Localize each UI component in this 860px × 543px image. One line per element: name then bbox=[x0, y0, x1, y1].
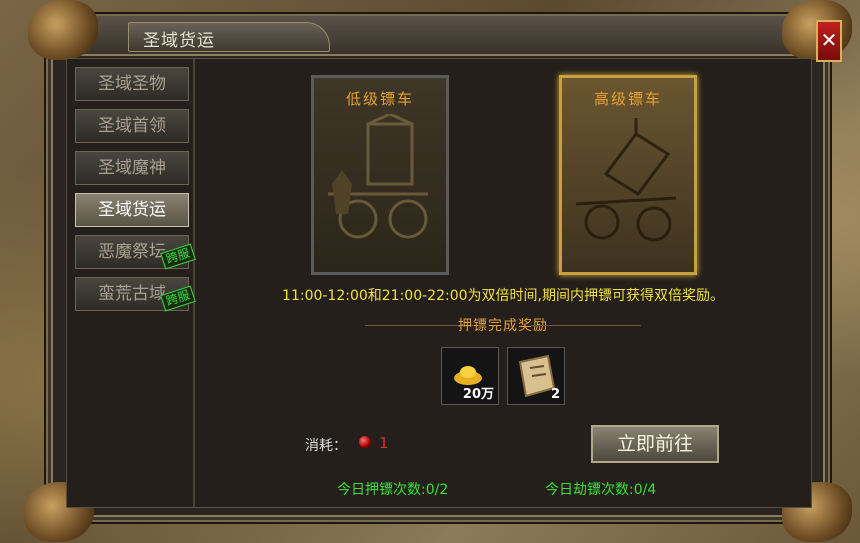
cost-label: 消耗： bbox=[305, 438, 347, 454]
cart-icon bbox=[576, 118, 677, 242]
tab-sacred-escort[interactable]: 圣域货运 bbox=[75, 193, 189, 227]
reward-slot-gold[interactable]: 20万 bbox=[441, 347, 499, 405]
tab-wild-ancient-land[interactable]: 蛮荒古域 跨服 bbox=[75, 277, 196, 312]
close-button[interactable]: ✕ bbox=[816, 20, 842, 62]
title-plate: 圣域货运 bbox=[128, 22, 330, 52]
escort-window: 圣域货运 ✕ 圣域圣物 圣域首领 圣域魔神 圣域货运 恶魔祭坛 跨服 蛮荒古域 … bbox=[24, 0, 852, 542]
reward-count: 20万 bbox=[462, 387, 494, 402]
cost-value: 1 bbox=[379, 434, 389, 452]
window-title: 圣域货运 bbox=[143, 31, 215, 51]
high-level-cart-card[interactable]: 高级镖车 bbox=[559, 75, 697, 275]
tab-label: 圣域圣物 bbox=[98, 74, 166, 94]
sidebar: 圣域圣物 圣域首领 圣域魔神 圣域货运 恶魔祭坛 跨服 蛮荒古域 跨服 bbox=[67, 59, 196, 507]
cart-icon bbox=[328, 114, 428, 239]
window-content: 圣域圣物 圣域首领 圣域魔神 圣域货运 恶魔祭坛 跨服 蛮荒古域 跨服 低级镖车 bbox=[66, 58, 812, 508]
tab-label: 圣域魔神 bbox=[98, 158, 166, 178]
low-level-cart-card[interactable]: 低级镖车 bbox=[311, 75, 449, 275]
tab-label: 圣域首领 bbox=[98, 116, 166, 136]
window-titlebar[interactable]: 圣域货运 bbox=[48, 16, 828, 56]
tab-sacred-demon-god[interactable]: 圣域魔神 bbox=[75, 151, 189, 185]
reward-slot-scroll[interactable]: 2 bbox=[507, 347, 565, 405]
divider bbox=[531, 325, 641, 326]
tab-label: 圣域货运 bbox=[98, 200, 166, 220]
red-orb-icon bbox=[359, 436, 371, 448]
go-now-button[interactable]: 立即前往 bbox=[591, 425, 719, 463]
escort-count: 今日押镖次数:0/2 bbox=[337, 482, 449, 498]
double-reward-notice: 11:00-12:00和21:00-22:00为双倍时间,期间内押镖可获得双倍奖… bbox=[282, 288, 724, 304]
reward-title: 押镖完成奖励 bbox=[458, 318, 548, 334]
dragon-ornament-icon bbox=[28, 0, 98, 60]
reward-count: 2 bbox=[550, 387, 560, 402]
tab-sacred-relic[interactable]: 圣域圣物 bbox=[75, 67, 189, 101]
card-title: 低级镖车 bbox=[345, 90, 414, 108]
tab-label: 恶魔祭坛 bbox=[98, 242, 166, 262]
card-title: 高级镖车 bbox=[593, 90, 662, 108]
rob-count: 今日劫镖次数:0/4 bbox=[545, 482, 657, 498]
tab-sacred-boss[interactable]: 圣域首领 bbox=[75, 109, 189, 143]
tab-demon-altar[interactable]: 恶魔祭坛 跨服 bbox=[75, 235, 196, 270]
tab-label: 蛮荒古域 bbox=[98, 284, 166, 304]
escort-panel: 低级镖车 高级镖车 11:00-12:00和21:00-22:00为双倍时间,期… bbox=[195, 59, 811, 507]
